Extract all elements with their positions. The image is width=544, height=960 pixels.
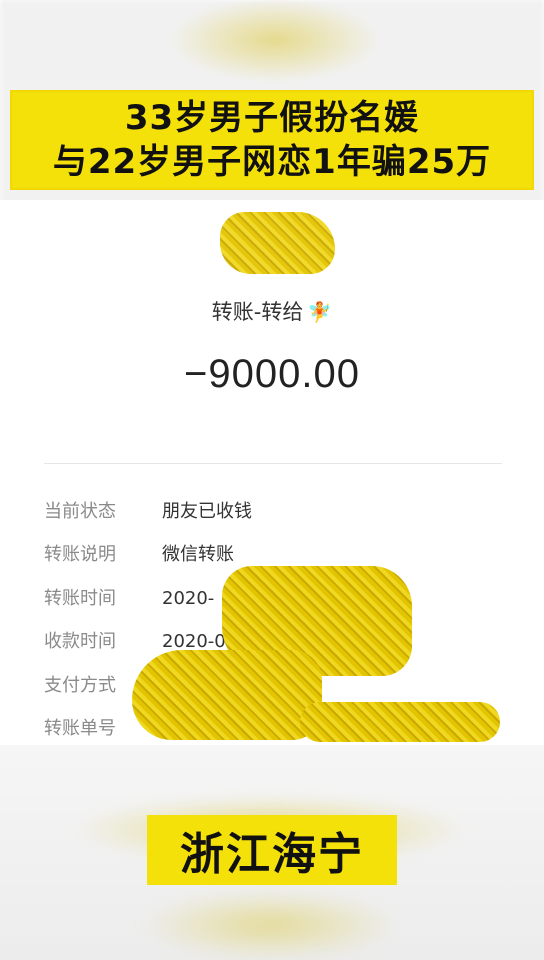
headline-line-1: 33岁男子假扮名媛: [124, 98, 420, 138]
avatar-redaction: [220, 212, 335, 274]
redaction-scribble: [300, 702, 500, 742]
detail-label: 收款时间: [44, 631, 116, 652]
detail-value: 2020-: [162, 588, 215, 609]
detail-value: 朋友已收钱: [162, 501, 252, 522]
fairy-icon: 🧚: [307, 300, 333, 324]
detail-label: 转账时间: [44, 588, 116, 609]
detail-label: 当前状态: [44, 501, 116, 522]
location-badge: 浙江海宁: [147, 815, 397, 885]
detail-value: 微信转账: [162, 544, 234, 565]
transfer-recipient-line: 转账-转给 🧚: [0, 296, 544, 326]
transfer-amount: −9000.00: [184, 352, 360, 396]
headline-line-2: 与22岁男子网恋1年骗25万: [52, 142, 492, 182]
redaction-scribble: [132, 650, 322, 740]
divider: [44, 463, 502, 464]
headline-banner: 33岁男子假扮名媛 与22岁男子网恋1年骗25万: [12, 92, 532, 188]
location-label: 浙江海宁: [180, 829, 364, 880]
transfer-title: 转账-转给: [211, 300, 304, 324]
detail-label: 转账说明: [44, 544, 116, 565]
